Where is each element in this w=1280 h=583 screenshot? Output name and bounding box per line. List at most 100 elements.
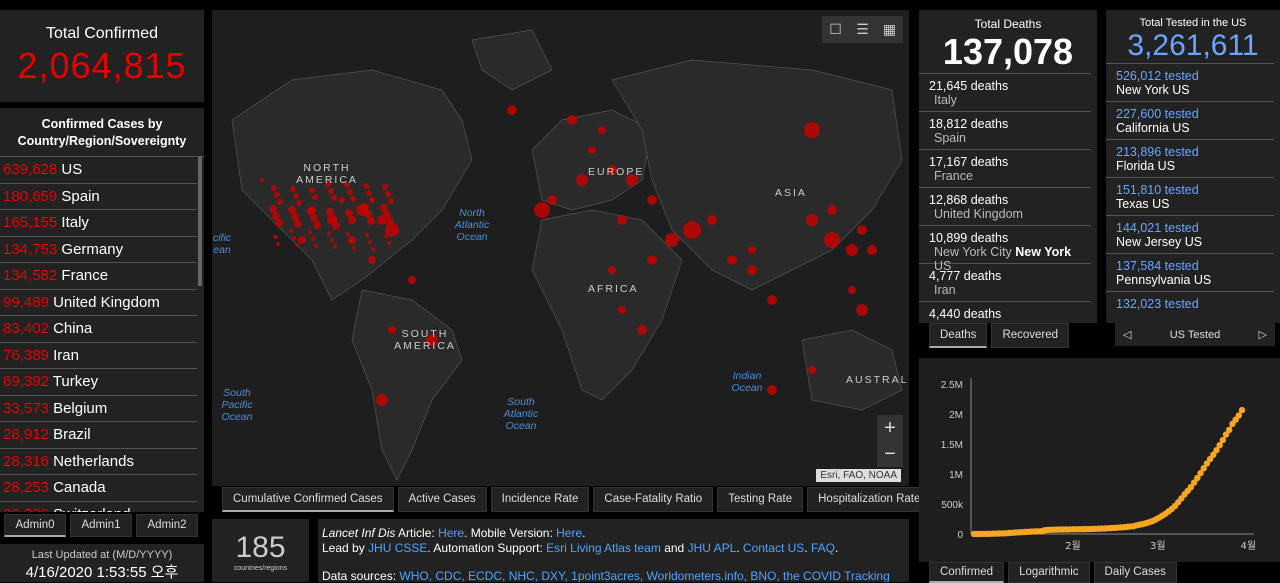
confirmed-data-point[interactable] — [1235, 412, 1243, 419]
tested-row[interactable]: 132,023 tested — [1106, 291, 1274, 323]
case-marker[interactable] — [368, 256, 376, 264]
case-marker[interactable] — [767, 295, 777, 305]
case-marker[interactable] — [349, 239, 353, 243]
deaths-row[interactable]: 21,645 deaths Italy — [919, 73, 1091, 111]
case-marker[interactable] — [273, 235, 277, 239]
case-marker[interactable] — [339, 197, 345, 203]
case-marker[interactable] — [384, 234, 388, 238]
case-marker[interactable] — [307, 207, 315, 215]
case-marker[interactable] — [293, 193, 299, 199]
country-list-scrollbar[interactable] — [198, 156, 202, 286]
case-marker[interactable] — [867, 245, 877, 255]
case-marker[interactable] — [383, 211, 391, 219]
case-marker[interactable] — [345, 209, 353, 217]
deaths-row[interactable]: 10,899 deaths New York City New York US — [919, 225, 1091, 273]
case-marker[interactable] — [274, 192, 280, 198]
case-marker[interactable] — [618, 306, 626, 314]
case-marker[interactable] — [804, 122, 820, 138]
case-marker[interactable] — [588, 146, 596, 154]
case-marker[interactable] — [371, 247, 375, 251]
country-row[interactable]: 33,573 Belgium — [0, 396, 197, 422]
tab-admin2[interactable]: Admin2 — [136, 514, 198, 537]
case-marker[interactable] — [330, 238, 334, 242]
case-marker[interactable] — [368, 240, 372, 244]
world-map[interactable]: NORTH AMERICA SOUTH AMERICA EUROPE AFRIC… — [212, 10, 909, 486]
tab-testing-rate[interactable]: Testing Rate — [717, 487, 804, 512]
case-marker[interactable] — [598, 126, 606, 134]
mobile-link[interactable]: Here — [556, 526, 582, 540]
case-marker[interactable] — [507, 105, 517, 115]
case-marker[interactable] — [288, 206, 296, 214]
tested-row[interactable]: 151,810 tested Texas US — [1106, 177, 1274, 215]
tab-hospitalization-rate[interactable]: Hospitalization Rate — [807, 487, 932, 512]
country-row[interactable]: 165,155 Italy — [0, 210, 197, 237]
case-marker[interactable] — [748, 246, 756, 254]
case-marker[interactable] — [333, 245, 337, 249]
country-row[interactable]: 76,389 Iran — [0, 343, 197, 369]
tab-confirmed[interactable]: Confirmed — [929, 562, 1005, 583]
case-marker[interactable] — [328, 188, 334, 194]
country-row[interactable]: 69,392 Turkey — [0, 369, 197, 396]
deaths-row[interactable]: 4,777 deaths Iran — [919, 263, 1091, 301]
country-row[interactable]: 639,628 US — [0, 157, 197, 184]
jhu-apl-link[interactable]: JHU APL — [688, 541, 737, 555]
case-marker[interactable] — [388, 198, 394, 204]
jhu-csse-link[interactable]: JHU CSSE — [368, 541, 427, 555]
case-marker[interactable] — [617, 215, 627, 225]
tab-incidence-rate[interactable]: Incidence Rate — [490, 487, 590, 512]
case-marker[interactable] — [608, 266, 616, 274]
case-marker[interactable] — [308, 230, 312, 234]
confirmed-data-point[interactable] — [1226, 426, 1233, 434]
case-marker[interactable] — [276, 242, 280, 246]
article-link[interactable]: Here — [438, 526, 464, 540]
case-marker[interactable] — [747, 265, 757, 275]
country-row[interactable]: 134,753 Germany — [0, 237, 197, 263]
case-marker[interactable] — [363, 183, 369, 189]
data-sources-links[interactable]: WHO, CDC, ECDC, NHC, DXY, 1point3acres, … — [399, 569, 889, 582]
case-marker[interactable] — [848, 286, 856, 294]
case-marker[interactable] — [329, 215, 337, 223]
tab-logarithmic[interactable]: Logarithmic — [1008, 562, 1090, 583]
case-marker[interactable] — [291, 213, 299, 221]
case-marker[interactable] — [547, 195, 557, 205]
tab-admin1[interactable]: Admin1 — [70, 514, 132, 537]
deaths-row[interactable]: 18,812 deaths Spain — [919, 111, 1091, 149]
case-marker[interactable] — [665, 233, 679, 247]
case-marker[interactable] — [647, 255, 657, 265]
case-marker[interactable] — [827, 205, 837, 215]
case-marker[interactable] — [312, 194, 318, 200]
list-icon[interactable]: ☰ — [849, 16, 876, 43]
case-marker[interactable] — [331, 195, 337, 201]
case-marker[interactable] — [271, 185, 277, 191]
case-marker[interactable] — [269, 205, 277, 213]
deaths-row[interactable]: 17,167 deaths France — [919, 149, 1091, 187]
tab-recovered[interactable]: Recovered — [991, 323, 1070, 348]
case-marker[interactable] — [361, 203, 369, 211]
country-row[interactable]: 26,336 Switzerland — [0, 502, 197, 513]
case-marker[interactable] — [567, 115, 577, 125]
zoom-out-button[interactable]: − — [877, 441, 903, 467]
tested-row[interactable]: 213,896 tested Florida US — [1106, 139, 1274, 177]
case-marker[interactable] — [366, 190, 372, 196]
case-marker[interactable] — [806, 214, 818, 226]
bookmark-icon[interactable]: ☐ — [822, 16, 849, 43]
case-marker[interactable] — [294, 220, 302, 228]
case-marker[interactable] — [647, 195, 657, 205]
case-marker[interactable] — [290, 186, 296, 192]
case-marker[interactable] — [289, 229, 293, 233]
tab-admin0[interactable]: Admin0 — [4, 514, 66, 537]
case-marker[interactable] — [272, 212, 280, 220]
confirmed-data-point[interactable] — [1219, 436, 1227, 444]
case-marker[interactable] — [313, 221, 321, 229]
tested-row[interactable]: 227,600 tested California US — [1106, 101, 1274, 139]
country-row[interactable]: 99,489 United Kingdom — [0, 290, 197, 316]
case-marker[interactable] — [380, 204, 388, 212]
zoom-in-button[interactable]: + — [877, 415, 903, 441]
case-marker[interactable] — [311, 237, 315, 241]
tab-daily-cases[interactable]: Daily Cases — [1093, 562, 1177, 583]
case-marker[interactable] — [387, 241, 391, 245]
case-marker[interactable] — [376, 394, 388, 406]
next-arrow-icon[interactable]: ▷ — [1259, 328, 1267, 341]
case-marker[interactable] — [310, 214, 318, 222]
contact-link[interactable]: Contact US — [743, 541, 804, 555]
